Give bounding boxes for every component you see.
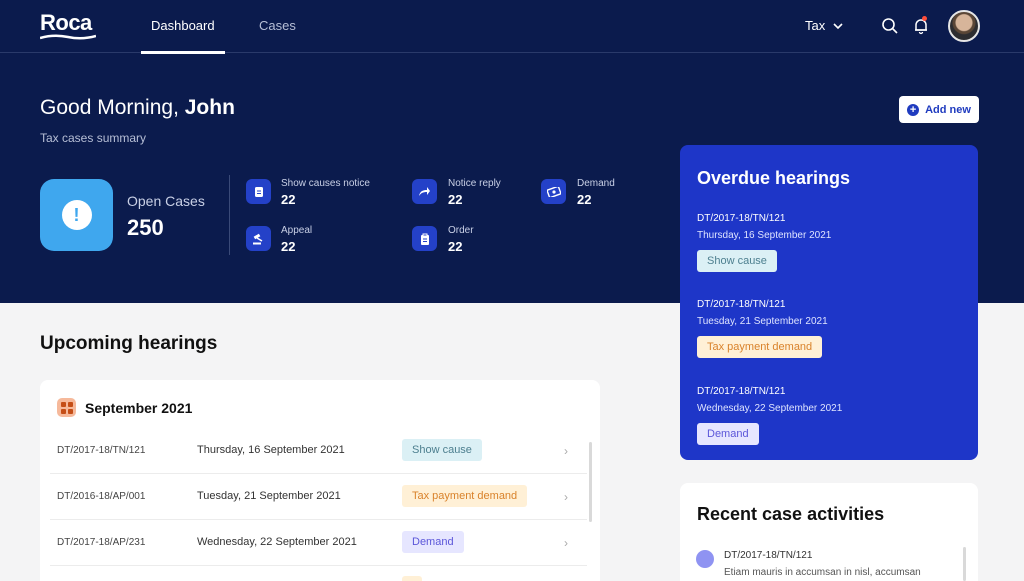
row-divider	[50, 519, 587, 520]
add-new-button[interactable]: + Add new	[899, 96, 979, 123]
status-badge-tax-payment-demand: Tax payment demand	[697, 336, 823, 358]
notification-badge	[922, 16, 927, 21]
logo-wave-icon	[40, 34, 96, 40]
stat-appeal-label: Appeal	[281, 225, 313, 236]
stat-show-causes-label: Show causes notice	[281, 178, 370, 189]
gavel-icon	[246, 226, 271, 251]
table-row-case[interactable]: DT/2016-18/AP/001	[57, 491, 145, 502]
stat-order-value: 22	[448, 239, 463, 254]
overdue-date: Thursday, 16 September 2021	[697, 230, 832, 241]
divider	[229, 175, 230, 255]
status-badge-show-cause: Show cause	[697, 250, 777, 272]
overdue-date: Wednesday, 22 September 2021	[697, 403, 843, 414]
table-row-case[interactable]: DT/2017-18/AP/231	[57, 537, 145, 548]
add-new-label: Add new	[925, 103, 971, 116]
stat-demand-value: 22	[577, 192, 592, 207]
tab-dashboard[interactable]: Dashboard	[151, 18, 215, 33]
overdue-hearings-card: Overdue hearings DT/2017-18/TN/121 Thurs…	[680, 145, 978, 460]
table-row-date: Tuesday, 21 September 2021	[197, 490, 341, 502]
stat-notice-reply-label: Notice reply	[448, 178, 501, 189]
row-divider	[50, 565, 587, 566]
open-cases-tile: !	[40, 179, 113, 251]
recent-activities-title: Recent case activities	[697, 504, 885, 524]
document-icon	[246, 179, 271, 204]
stat-show-causes-value: 22	[281, 192, 296, 207]
search-icon[interactable]	[881, 17, 899, 35]
stat-notice-reply-value: 22	[448, 192, 463, 207]
table-row-date: Thursday, 16 September 2021	[197, 444, 345, 456]
tab-cases[interactable]: Cases	[259, 18, 296, 33]
upcoming-hearings-title: Upcoming hearings	[40, 333, 218, 354]
greeting: Good Morning, John	[40, 96, 235, 120]
page-subtitle: Tax cases summary	[40, 131, 147, 145]
upcoming-scrollbar[interactable]	[589, 442, 592, 522]
overdue-title: Overdue hearings	[697, 168, 851, 188]
tax-dropdown[interactable]: Tax	[805, 18, 843, 33]
month-label: September 2021	[85, 400, 193, 416]
money-icon	[541, 179, 566, 204]
tax-dropdown-label: Tax	[805, 18, 826, 33]
user-name: John	[184, 96, 235, 119]
status-badge-show-cause: Show cause	[402, 439, 482, 461]
active-tab-indicator	[141, 51, 225, 54]
chevron-right-icon[interactable]: ›	[564, 490, 568, 504]
table-row-case[interactable]: DT/2017-18/TN/121	[57, 445, 145, 456]
calendar-grid-icon	[57, 398, 76, 417]
stat-demand-label: Demand	[577, 178, 615, 189]
table-row-date: Wednesday, 22 September 2021	[197, 536, 357, 548]
greeting-prefix: Good Morning,	[40, 96, 185, 119]
overdue-date: Tuesday, 21 September 2021	[697, 316, 828, 327]
chevron-right-icon[interactable]: ›	[564, 536, 568, 550]
plus-icon: +	[907, 103, 920, 116]
stat-appeal-value: 22	[281, 239, 296, 254]
recent-case-number[interactable]: DT/2017-18/TN/121	[724, 550, 812, 561]
status-badge-tax-payment-demand: Tax payment demand	[402, 485, 528, 507]
activity-dot-icon	[696, 550, 714, 568]
recent-case-description: Etiam mauris in accumsan in nisl, accums…	[724, 567, 921, 578]
bell-icon[interactable]	[912, 17, 930, 35]
chevron-right-icon[interactable]: ›	[564, 444, 568, 458]
open-cases-label: Open Cases	[127, 193, 205, 209]
avatar[interactable]	[948, 10, 980, 42]
chevron-down-icon	[833, 23, 843, 30]
clipboard-icon	[412, 226, 437, 251]
stat-order-label: Order	[448, 225, 474, 236]
status-badge-demand: Demand	[402, 531, 464, 553]
roca-logo[interactable]: Roca	[40, 10, 96, 40]
open-cases-value: 250	[127, 215, 164, 240]
overdue-case-number[interactable]: DT/2017-18/TN/121	[697, 299, 785, 310]
reply-arrow-icon	[412, 179, 437, 204]
status-badge-demand: Demand	[697, 423, 759, 445]
exclamation-icon: !	[61, 200, 92, 230]
overdue-case-number[interactable]: DT/2017-18/TN/121	[697, 386, 785, 397]
recent-scrollbar[interactable]	[963, 547, 966, 581]
overdue-case-number[interactable]: DT/2017-18/TN/121	[697, 213, 785, 224]
status-badge-partial	[402, 576, 422, 581]
logo-text: Roca	[40, 10, 92, 35]
row-divider	[50, 473, 587, 474]
